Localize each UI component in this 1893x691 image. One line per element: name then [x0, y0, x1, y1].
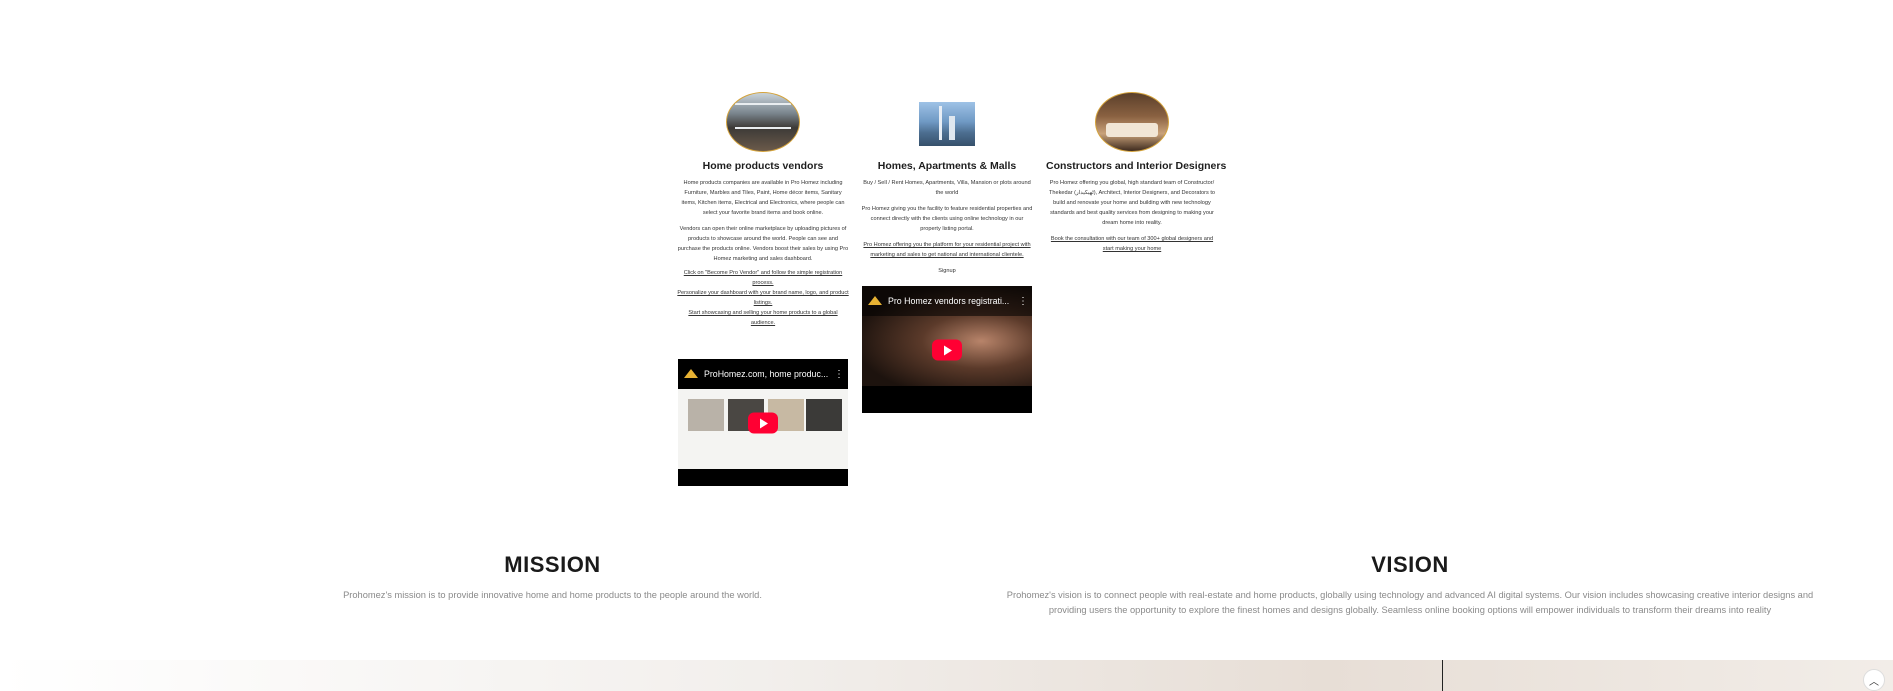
video-title[interactable]: ProHomez.com, home produc... — [704, 369, 834, 379]
prohomez-logo-icon — [684, 369, 698, 379]
footer-hero-band — [0, 660, 1893, 691]
thumbnail-tile — [688, 399, 724, 431]
start-showcasing-link[interactable]: Start showcasing and selling your home p… — [677, 308, 849, 328]
mission-heading: MISSION — [504, 552, 601, 577]
video-title-bar: ProHomez.com, home produc... ⋮ — [678, 359, 848, 389]
video-title-bar: Pro Homez vendors registrati... ⋮ — [862, 286, 1032, 316]
interior-living-room-photo — [726, 92, 800, 152]
mission-block: MISSION Prohomez's mission is to provide… — [300, 552, 805, 603]
city-skyline-photo — [919, 102, 975, 146]
video-embed-home-products[interactable]: ProHomez.com, home produc... ⋮ — [678, 359, 848, 486]
service-homes-apartments-malls: Homes, Apartments & Malls Buy / Sell / R… — [861, 92, 1033, 276]
service-description: Pro Homez giving you the facility to fea… — [861, 206, 1033, 232]
service-home-products-vendors: Home products vendors Home products comp… — [677, 92, 849, 328]
vision-heading: VISION — [1371, 552, 1449, 577]
signup-link[interactable]: Signup — [861, 266, 1033, 276]
service-description: Buy / Sell / Rent Homes, Apartments, Vil… — [863, 180, 1031, 196]
kebab-menu-icon[interactable]: ⋮ — [1018, 296, 1028, 307]
video-embed-vendors-registration[interactable]: Pro Homez vendors registrati... ⋮ — [862, 286, 1032, 413]
become-pro-vendor-link[interactable]: Click on "Become Pro Vendor" and follow … — [677, 268, 849, 288]
service-title: Constructors and Interior Designers — [1046, 160, 1227, 172]
kebab-menu-icon[interactable]: ⋮ — [834, 369, 844, 380]
residential-project-link[interactable]: Pro Homez offering you the platform for … — [861, 240, 1033, 260]
prohomez-logo-icon — [868, 296, 882, 306]
mission-text: Prohomez's mission is to provide innovat… — [343, 590, 762, 600]
vision-block: VISION Prohomez's vision is to connect p… — [995, 552, 1825, 618]
thumbnail-tile — [806, 399, 842, 431]
chevron-up-icon[interactable]: ︿ — [1863, 669, 1885, 691]
vision-text: Prohomez's vision is to connect people w… — [1006, 590, 1814, 615]
bedroom-interior-photo — [1095, 92, 1169, 152]
service-title: Home products vendors — [702, 160, 824, 172]
service-description: Vendors can open their online marketplac… — [677, 226, 849, 262]
service-description: Home products companies are available in… — [681, 180, 845, 216]
services-section: Home products vendors Home products comp… — [0, 0, 1893, 500]
divider-line — [1442, 660, 1443, 691]
youtube-play-icon[interactable] — [932, 339, 962, 360]
book-consultation-link[interactable]: Book the consultation with our team of 3… — [1046, 234, 1218, 254]
service-description: Pro Homez offering you global, high stan… — [1048, 180, 1216, 226]
video-title[interactable]: Pro Homez vendors registrati... — [888, 296, 1018, 306]
service-title: Homes, Apartments & Malls — [877, 160, 1017, 172]
youtube-play-icon[interactable] — [748, 412, 778, 433]
service-constructors-interior-designers: Constructors and Interior Designers Pro … — [1046, 92, 1227, 254]
personalize-dashboard-link[interactable]: Personalize your dashboard with your bra… — [677, 288, 849, 308]
